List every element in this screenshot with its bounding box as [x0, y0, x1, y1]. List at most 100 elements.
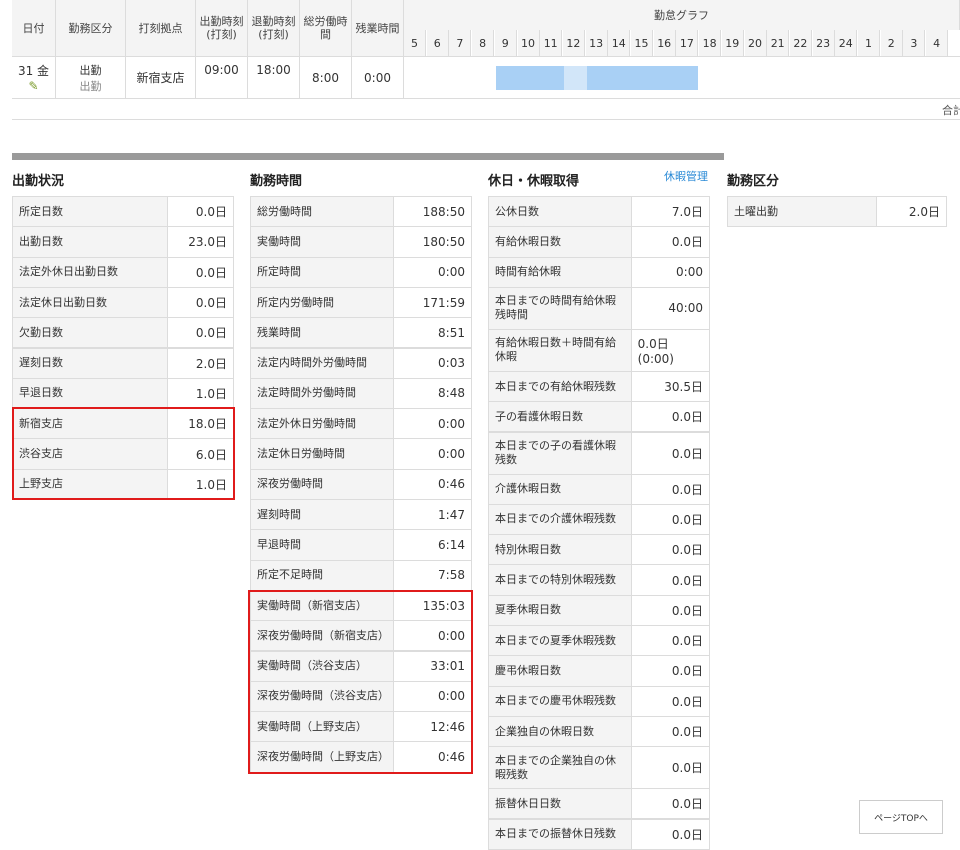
holiday-row-label: 本日までの時間有給休暇残時間 [489, 287, 632, 329]
worktime-row-value: 0:00 [438, 416, 465, 431]
holiday-row-value: 0.0日 [671, 446, 703, 461]
worktime-row: 実働時間 180:50 [250, 226, 472, 258]
holiday-row-label: 本日までの子の看護休暇残数 [489, 432, 632, 474]
worktime-row-label: 所定時間 [251, 257, 394, 287]
holiday-row-value: 7.0日 [671, 205, 703, 220]
holiday-row-label: 公休日数 [489, 197, 632, 227]
holiday-row-label: 本日までの振替休日残数 [489, 819, 632, 849]
holiday-row: 夏季休暇日数 0.0日 [488, 594, 710, 626]
holiday-row-value: 0.0日 [671, 543, 703, 558]
hour-label: 8 [472, 30, 495, 56]
holiday-row-value: 40:00 [668, 301, 703, 316]
holiday-row-value: 0.0日 [671, 235, 703, 250]
row-clock-in: 09:00 [196, 56, 248, 98]
holiday-row-value: 0.0日 [671, 761, 703, 776]
attendance-row-label: 法定休日出勤日数 [13, 287, 168, 318]
holiday-row-label: 子の看護休暇日数 [489, 402, 632, 432]
worktime-row: 総労働時間 188:50 [250, 196, 472, 228]
holiday-row: 本日までの慶弔休暇残数 0.0日 [488, 685, 710, 717]
hour-label: 13 [585, 30, 608, 56]
holiday-row-label: 夏季休暇日数 [489, 595, 632, 625]
row-graph-cell [404, 56, 960, 98]
holiday-row: 本日までの特別休暇残数 0.0日 [488, 564, 710, 596]
hour-label: 9 [494, 30, 517, 56]
worktime-row-label: 法定時間外労働時間 [251, 378, 394, 409]
holiday-row-label: 企業独自の休暇日数 [489, 716, 632, 747]
holiday-row: 有給休暇日数＋時間有給休暇 0.0日 (0:00) [488, 328, 710, 372]
header-work-type: 勤務区分 [56, 0, 126, 56]
summary-row: 合計 [12, 98, 960, 120]
attendance-row-label: 出勤日数 [13, 227, 168, 257]
attendance-title: 出勤状況 [12, 174, 65, 189]
hour-label: 14 [608, 30, 631, 56]
holiday-row: 有給休暇日数 0.0日 [488, 226, 710, 258]
worktime-row-label: 法定休日労働時間 [251, 439, 394, 469]
hour-label: 11 [540, 30, 563, 56]
holiday-row-value: 0.0日 [671, 512, 703, 527]
hour-label: 2 [880, 30, 903, 56]
worktime-row: 法定時間外労働時間 8:48 [250, 377, 472, 410]
pencil-icon[interactable]: ✎ [28, 79, 38, 93]
holiday-title: 休日・休暇取得 [488, 174, 580, 189]
header-date: 日付 [12, 0, 56, 56]
hour-label: 1 [858, 30, 880, 56]
hour-label: 20 [744, 30, 767, 56]
hour-label: 3 [903, 30, 926, 56]
worktime-row-label: 所定不足時間 [251, 560, 394, 590]
highlight-branch-days [12, 407, 235, 500]
worktime-row-label: 遅刻時間 [251, 500, 394, 530]
hour-label: 5 [404, 30, 426, 56]
hour-label: 21 [767, 30, 790, 56]
worktime-row-value: 171:59 [422, 295, 465, 310]
worktime-row-value: 180:50 [422, 234, 465, 249]
hour-label: 24 [835, 30, 858, 56]
holiday-row-value: 0.0日 [671, 664, 703, 679]
hour-label: 7 [449, 30, 472, 56]
holiday-row-value: 0.0日 [671, 603, 703, 618]
attendance-row-label: 欠勤日数 [13, 318, 168, 348]
holiday-row-label: 有給休暇日数 [489, 227, 632, 257]
worktime-row-label: 実働時間 [251, 227, 394, 257]
holiday-row-label: 本日までの夏季休暇残数 [489, 626, 632, 656]
worktime-row-value: 0:46 [438, 477, 465, 492]
holiday-row: 本日までの有給休暇残数 30.5日 [488, 370, 710, 403]
holiday-row-label: 介護休暇日数 [489, 474, 632, 504]
summary-label: 合計 [942, 104, 960, 117]
attendance-row-value: 0.0日 [195, 296, 227, 311]
holiday-row-value: 0.0日 [671, 694, 703, 709]
attendance-row: 早退日数 1.0日 [12, 377, 234, 410]
leave-management-link[interactable]: 休暇管理 [664, 168, 708, 184]
attendance-row: 法定外休日出勤日数 0.0日 [12, 256, 234, 288]
holiday-row: 本日までの時間有給休暇残時間 40:00 [488, 286, 710, 330]
holiday-row: 振替休日日数 0.0日 [488, 788, 710, 820]
worktime-row: 所定内労働時間 171:59 [250, 286, 472, 319]
row-overtime: 0:00 [352, 56, 404, 98]
attendance-row-value: 2.0日 [195, 356, 227, 371]
attendance-day-table: 日付 勤務区分 打刻拠点 出勤時刻 (打刻) 退勤時刻 (打刻) 総労働時 間 … [12, 0, 960, 120]
holiday-row-label: 有給休暇日数＋時間有給休暇 [489, 329, 632, 371]
attendance-row-value: 1.0日 [195, 386, 227, 401]
header-clock-out: 退勤時刻 (打刻) [248, 0, 300, 56]
attendance-row-label: 所定日数 [13, 197, 168, 227]
hour-label: 12 [562, 30, 585, 56]
page-top-button[interactable]: ページTOPへ [859, 800, 943, 834]
worktime-row-label: 所定内労働時間 [251, 287, 394, 318]
worktime-row-label: 総労働時間 [251, 197, 394, 227]
holiday-row-value: 0:00 [676, 265, 703, 280]
holiday-row: 特別休暇日数 0.0日 [488, 534, 710, 566]
worktype-row-label: 土曜出勤 [728, 197, 877, 227]
attendance-row: 法定休日出勤日数 0.0日 [12, 286, 234, 319]
holiday-row: 本日までの振替休日残数 0.0日 [488, 818, 710, 850]
holiday-row-label: 本日までの介護休暇残数 [489, 504, 632, 535]
holiday-row-value: 0.0日 [671, 410, 703, 425]
worktime-title: 勤務時間 [250, 174, 303, 189]
hour-label: 22 [789, 30, 812, 56]
worktype-title: 勤務区分 [727, 174, 780, 189]
worktime-row-label: 法定内時間外労働時間 [251, 348, 394, 378]
attendance-row-value: 0.0日 [195, 265, 227, 280]
holiday-row-value: 0.0日 [671, 725, 703, 740]
section-divider [12, 153, 724, 160]
holiday-row-value: 0.0日 [671, 797, 703, 812]
attendance-row: 出勤日数 23.0日 [12, 226, 234, 258]
header-stamp-location: 打刻拠点 [126, 0, 196, 56]
